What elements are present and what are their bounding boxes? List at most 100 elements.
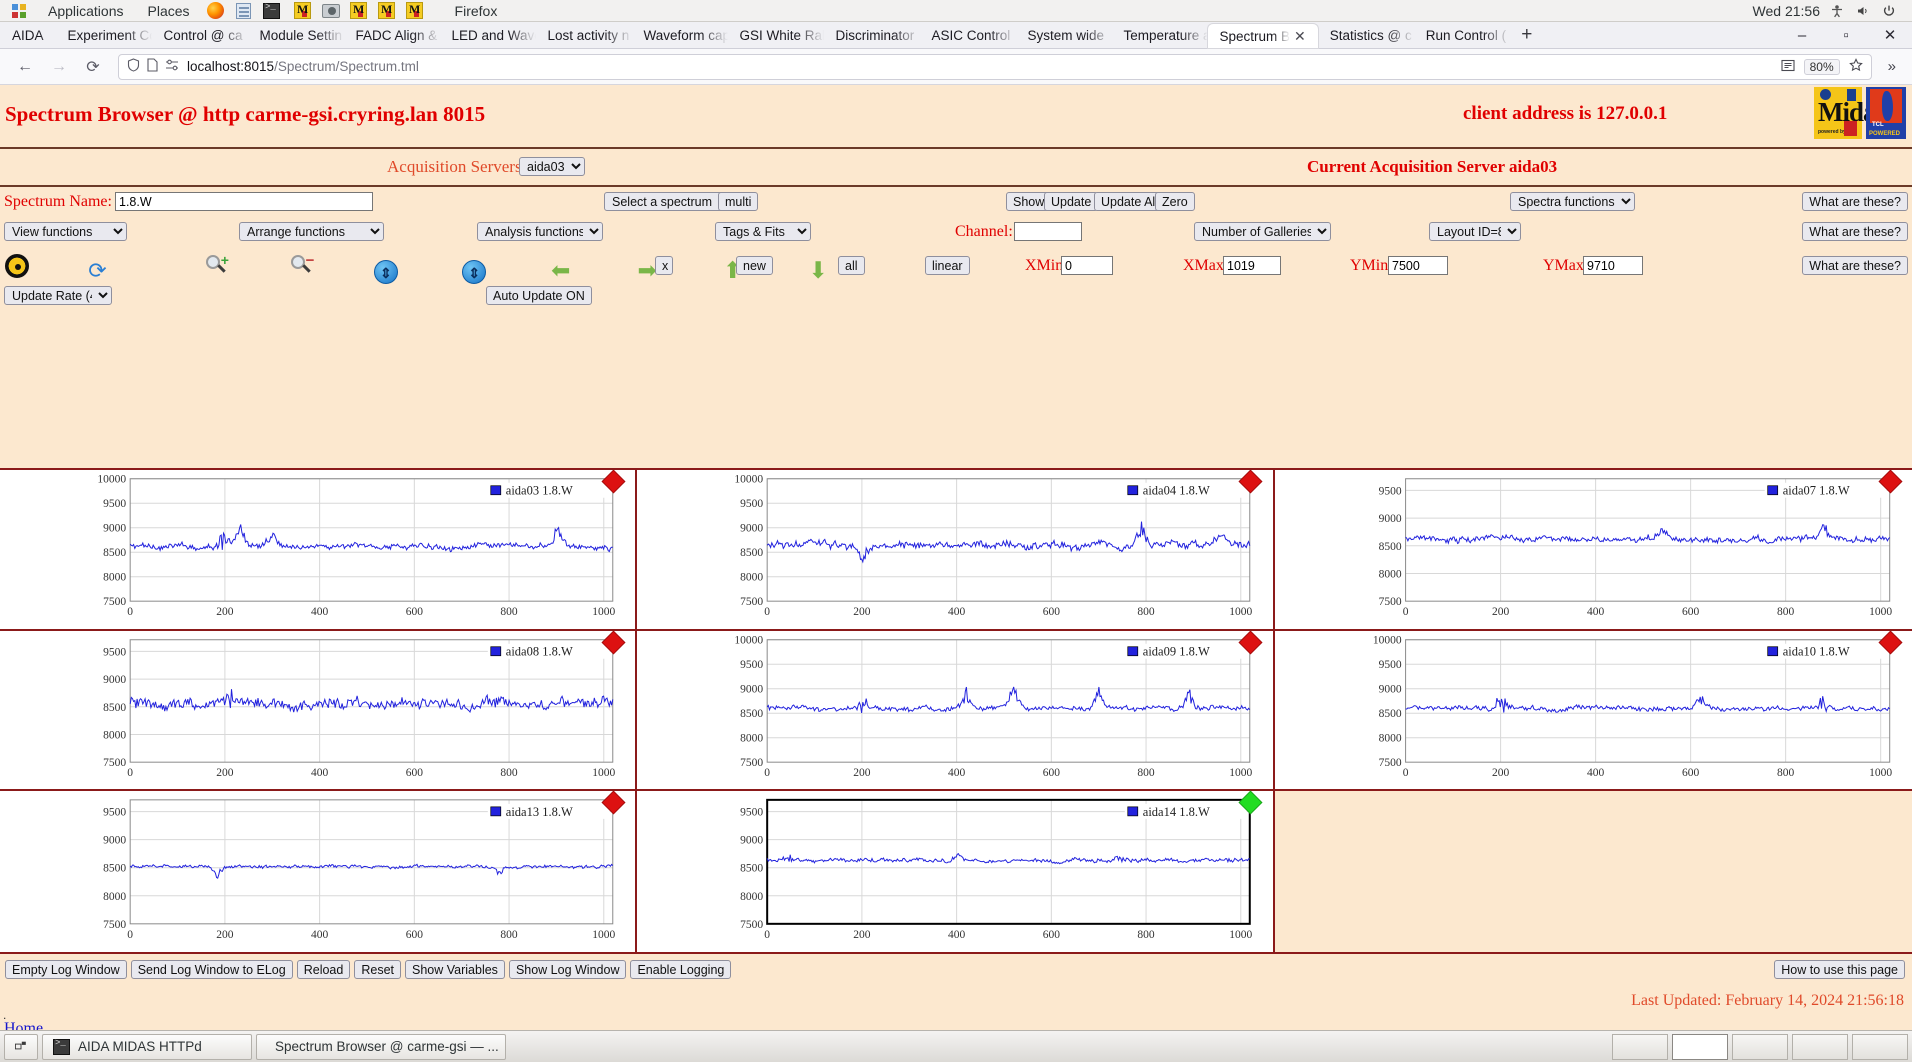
update-button[interactable]: Update [1044, 192, 1099, 211]
tab-run-control[interactable]: Run Control ( [1414, 22, 1510, 48]
tab-led-and-wave[interactable]: LED and Wave [440, 22, 536, 48]
empty-log-window-button[interactable]: Empty Log Window [5, 960, 127, 979]
what-are-these-button-1[interactable]: What are these? [1802, 192, 1908, 211]
clock[interactable]: Wed 21:56 [1753, 3, 1820, 19]
enable-logging-button[interactable]: Enable Logging [630, 960, 732, 979]
volume-icon[interactable] [1856, 3, 1872, 19]
all-button[interactable]: all [838, 256, 865, 275]
new-tab-button[interactable]: + [1510, 22, 1544, 48]
arrange-functions-dropdown[interactable]: Arrange functions [239, 222, 384, 241]
power-icon[interactable] [1882, 3, 1898, 19]
terminal-icon[interactable] [261, 2, 283, 20]
how-to-use-this-page-button[interactable]: How to use this page [1774, 960, 1905, 979]
show-variables-button[interactable]: Show Variables [405, 960, 505, 979]
maximize-icon[interactable]: ▫ [1824, 22, 1868, 49]
tab-fadc-align[interactable]: FADC Align & [344, 22, 440, 48]
spectrum-panel-aida13[interactable]: 7500 8000 8500 9000 9500 0 200 400 600 800 1000 aid… [0, 790, 638, 952]
spectrum-name-input[interactable] [115, 192, 373, 211]
send-log-window-to-elog-button[interactable]: Send Log Window to ELog [130, 960, 293, 979]
reset-button[interactable]: Reset [354, 960, 401, 979]
midas-icon[interactable] [404, 2, 426, 20]
spectrum-panel-aida03[interactable]: 7500 8000 8500 9000 9500 10000 0 200 400 600 800 10… [0, 469, 638, 631]
gnome-menu-icon[interactable] [11, 2, 33, 20]
files-icon[interactable] [233, 2, 255, 20]
acquisition-server-select[interactable]: aida03 [519, 157, 585, 176]
tags-and-fits-dropdown[interactable]: Tags & Fits [715, 222, 811, 241]
midas-icon[interactable] [376, 2, 398, 20]
multi-button[interactable]: multi [718, 192, 759, 211]
midas-icon[interactable] [348, 2, 370, 20]
spectrum-panel-aida14[interactable]: 7500 8000 8500 9000 9500 0 200 400 600 800 1000 aid… [637, 790, 1275, 952]
window-title-firefox[interactable]: Firefox [443, 0, 510, 22]
tab-asic-control[interactable]: ASIC Control [920, 22, 1016, 48]
channel-input[interactable] [1014, 222, 1082, 241]
select-spectrum-dropdown[interactable]: Select a spectrum [604, 192, 733, 211]
url-bar[interactable]: localhost:8015/Spectrum/Spectrum.tml 80% [118, 53, 1872, 80]
close-icon[interactable]: ✕ [1294, 29, 1306, 43]
radioactive-icon[interactable] [5, 254, 29, 278]
spectrum-panel-aida07[interactable]: 7500 8000 8500 9000 9500 0 200 400 600 800 1000 aid… [1274, 469, 1912, 631]
tab-waveform-capture[interactable]: Waveform cap [632, 22, 728, 48]
what-are-these-button-3[interactable]: What are these? [1802, 256, 1908, 275]
reader-view-icon[interactable] [1781, 59, 1795, 75]
spectrum-panel-aida08[interactable]: 7500 8000 8500 9000 9500 0 200 400 600 800 1000 aid… [0, 630, 638, 792]
overflow-menu-icon[interactable]: » [1882, 58, 1902, 75]
x-button[interactable]: x [655, 256, 673, 275]
xmax-input[interactable] [1223, 256, 1281, 275]
what-are-these-button-2[interactable]: What are these? [1802, 222, 1908, 241]
tab-statistics[interactable]: Statistics @ c [1318, 22, 1414, 48]
spectrum-panel-empty[interactable] [1274, 791, 1912, 952]
layout-id-dropdown[interactable]: Layout ID=8 [1429, 222, 1521, 241]
permissions-icon[interactable] [165, 59, 180, 74]
menu-places[interactable]: Places [136, 0, 202, 22]
workspace-switcher-2[interactable] [1672, 1033, 1728, 1060]
show-desktop-icon[interactable] [4, 1033, 38, 1060]
arrow-down-icon[interactable]: ⬇ [806, 258, 830, 282]
tab-gsi-white-rabbit[interactable]: GSI White Rab [728, 22, 824, 48]
new-button[interactable]: new [736, 256, 773, 275]
zoom-level-badge[interactable]: 80% [1803, 58, 1840, 75]
taskbar-window-spectrum-browser[interactable]: Spectrum Browser @ carme-gsi — ... [256, 1033, 506, 1060]
ymax-input[interactable] [1583, 256, 1643, 275]
arrow-left-icon[interactable]: ⬅ [549, 258, 573, 282]
spectrum-panel-aida09[interactable]: 7500 8000 8500 9000 9500 10000 0 200 400 600 800 10… [637, 630, 1275, 792]
spectrum-panel-aida10[interactable]: 7500 8000 8500 9000 9500 10000 0 200 400 600 800 10… [1274, 630, 1912, 792]
tab-discriminator[interactable]: Discriminator [824, 22, 920, 48]
linear-button[interactable]: linear [925, 256, 970, 275]
workspace-switcher-1[interactable] [1612, 1033, 1668, 1060]
taskbar-window-aida-midas-httpd[interactable]: AIDA MIDAS HTTPd [42, 1033, 252, 1060]
refresh-icon[interactable]: ⟳ [85, 259, 109, 283]
back-icon[interactable]: ← [10, 53, 40, 81]
compress-vertical-icon[interactable]: ⇕ [373, 260, 398, 284]
xmin-input[interactable] [1061, 256, 1113, 275]
reload-icon[interactable]: ⟳ [78, 53, 108, 81]
expand-vertical-icon[interactable]: ⇕ [462, 260, 487, 284]
spectrum-panel-aida04[interactable]: 7500 8000 8500 9000 9500 10000 0 200 400 600 800 10… [637, 469, 1275, 631]
ymin-input[interactable] [1388, 256, 1448, 275]
tab-module-settings[interactable]: Module Settin [248, 22, 344, 48]
tab-control[interactable]: Control @ ca [152, 22, 248, 48]
zero-button[interactable]: Zero [1155, 192, 1195, 211]
shield-icon[interactable] [127, 58, 140, 75]
close-window-icon[interactable]: ✕ [1868, 22, 1912, 49]
tab-aida[interactable]: AIDA [0, 22, 56, 48]
forward-icon[interactable]: → [44, 53, 74, 81]
show-log-window-button[interactable]: Show Log Window [508, 960, 627, 979]
workspace-switcher-5[interactable] [1852, 1033, 1908, 1060]
auto-update-button[interactable]: Auto Update ON [486, 286, 592, 305]
tab-experiment-co[interactable]: Experiment Co [56, 22, 152, 48]
analysis-functions-dropdown[interactable]: Analysis functions [477, 222, 603, 241]
workspace-switcher-3[interactable] [1732, 1033, 1788, 1060]
bookmark-star-icon[interactable] [1848, 58, 1863, 75]
tab-temperature[interactable]: Temperature a [1112, 22, 1208, 48]
firefox-icon[interactable] [205, 2, 227, 20]
tab-lost-activity[interactable]: Lost activity n [536, 22, 632, 48]
midas-icon[interactable] [292, 2, 314, 20]
screenshot-icon[interactable] [320, 2, 342, 20]
tab-system-wide[interactable]: System wide [1016, 22, 1112, 48]
minimize-icon[interactable]: ‒ [1780, 22, 1824, 49]
zoom-in-icon[interactable]: + [205, 253, 229, 278]
view-functions-dropdown[interactable]: View functions [4, 222, 127, 241]
tab-spectrum-browser[interactable]: Spectrum B ✕ [1207, 24, 1318, 48]
number-of-galleries-dropdown[interactable]: Number of Galleries [1194, 222, 1331, 241]
